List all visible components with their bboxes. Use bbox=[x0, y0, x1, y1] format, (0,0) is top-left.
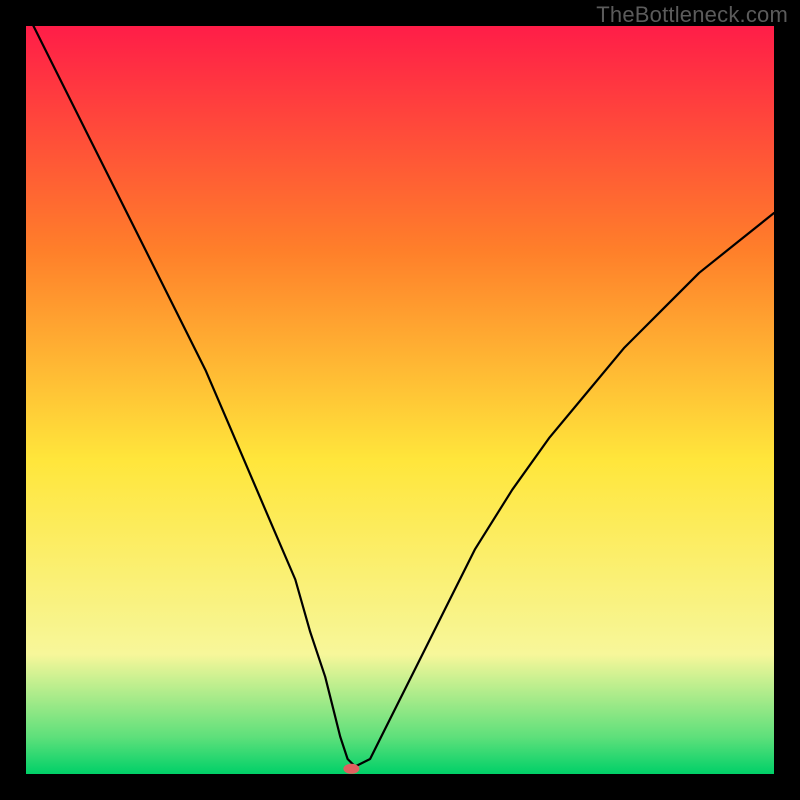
watermark-text: TheBottleneck.com bbox=[596, 2, 788, 28]
plot-svg bbox=[26, 26, 774, 774]
plot-area bbox=[26, 26, 774, 774]
chart-frame: TheBottleneck.com bbox=[0, 0, 800, 800]
minimum-marker bbox=[343, 764, 359, 774]
gradient-background bbox=[26, 26, 774, 774]
